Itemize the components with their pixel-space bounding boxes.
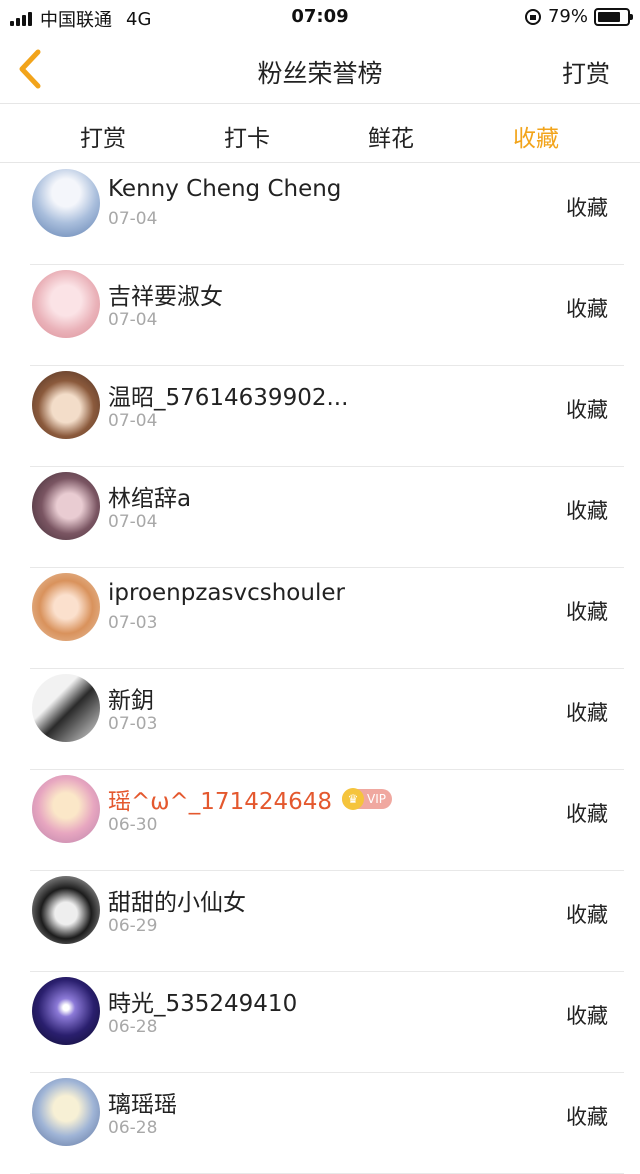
list-item[interactable]: 吉祥要淑女 07-04 收藏 (30, 265, 624, 366)
tab-favorites[interactable]: 收藏 (496, 119, 576, 153)
fan-action-label: 收藏 (566, 499, 608, 523)
fan-name[interactable]: 温昭_57614639902... (108, 378, 348, 412)
rotation-lock-icon (524, 8, 541, 25)
crown-icon: ♛ (342, 788, 365, 810)
avatar[interactable] (32, 775, 100, 843)
fan-date: 07-04 (108, 209, 158, 229)
fan-name-text: 瑶^ω^_171424648 (108, 789, 333, 815)
fan-name[interactable]: 時光_535249410 (108, 984, 297, 1018)
fan-action-label: 收藏 (566, 398, 608, 422)
fan-name[interactable]: Kenny Cheng Cheng (108, 176, 341, 202)
battery-icon (594, 7, 633, 26)
fan-date: 06-28 (108, 1017, 158, 1037)
fan-date: 06-30 (108, 815, 158, 835)
list-item[interactable]: 温昭_57614639902... 07-04 收藏 (30, 366, 624, 467)
avatar[interactable] (32, 169, 100, 237)
avatar[interactable] (32, 977, 100, 1045)
fan-name[interactable]: 吉祥要淑女 (108, 277, 223, 311)
fan-date: 06-28 (108, 1118, 158, 1138)
avatar[interactable] (32, 270, 100, 338)
fan-name[interactable]: 林绾辞a (108, 479, 191, 513)
status-bar: 中国联通 4G 07:09 79% (0, 0, 640, 34)
vip-badge: ♛ VIP (342, 788, 392, 810)
fan-date: 07-04 (108, 310, 158, 330)
nav-bar: 粉丝荣誉榜 打赏 (0, 34, 640, 104)
tab-checkin[interactable]: 打卡 (207, 119, 287, 153)
fan-action-label: 收藏 (566, 196, 608, 220)
list-item[interactable]: 甜甜的小仙女 06-29 收藏 (30, 871, 624, 972)
fan-date: 07-04 (108, 411, 158, 431)
avatar[interactable] (32, 472, 100, 540)
fan-action-label: 收藏 (566, 903, 608, 927)
battery-percent: 79% (547, 6, 588, 27)
list-item[interactable]: 瑶^ω^_171424648 ♛ VIP 06-30 收藏 (30, 770, 624, 871)
fan-action-label: 收藏 (566, 701, 608, 725)
fan-name[interactable]: 瑶^ω^_171424648 ♛ VIP (108, 782, 392, 816)
reward-button[interactable]: 打赏 (562, 54, 610, 89)
vip-label: VIP (367, 792, 386, 806)
fan-date: 07-03 (108, 613, 158, 633)
avatar[interactable] (32, 371, 100, 439)
avatar[interactable] (32, 876, 100, 944)
fan-action-label: 收藏 (566, 297, 608, 321)
list-item[interactable]: 時光_535249410 06-28 收藏 (30, 972, 624, 1073)
fan-name[interactable]: 甜甜的小仙女 (108, 883, 246, 917)
page-title: 粉丝荣誉榜 (257, 59, 383, 88)
avatar[interactable] (32, 674, 100, 742)
fan-action-label: 收藏 (566, 1105, 608, 1129)
list-item[interactable]: iproenpzasvcshouler 07-03 收藏 (30, 568, 624, 669)
list-item[interactable]: 新鈅 07-03 收藏 (30, 669, 624, 770)
list-item[interactable]: 璃瑶瑶 06-28 收藏 (30, 1073, 624, 1174)
fan-action-label: 收藏 (566, 1004, 608, 1028)
tab-reward[interactable]: 打赏 (63, 119, 143, 153)
fan-date: 07-04 (108, 512, 158, 532)
list-item[interactable]: Kenny Cheng Cheng 07-04 收藏 (30, 164, 624, 265)
fan-date: 06-29 (108, 916, 158, 936)
fan-action-label: 收藏 (566, 600, 608, 624)
tab-bar: 打赏 打卡 鲜花 收藏 (0, 105, 640, 163)
fan-name[interactable]: iproenpzasvcshouler (108, 580, 345, 606)
avatar[interactable] (32, 573, 100, 641)
avatar[interactable] (32, 1078, 100, 1146)
fan-list: Kenny Cheng Cheng 07-04 收藏 吉祥要淑女 07-04 收… (0, 164, 640, 1174)
tab-flowers[interactable]: 鲜花 (351, 119, 431, 153)
fan-name[interactable]: 新鈅 (108, 681, 154, 715)
fan-name[interactable]: 璃瑶瑶 (108, 1085, 177, 1119)
fan-date: 07-03 (108, 714, 158, 734)
list-item[interactable]: 林绾辞a 07-04 收藏 (30, 467, 624, 568)
fan-action-label: 收藏 (566, 802, 608, 826)
